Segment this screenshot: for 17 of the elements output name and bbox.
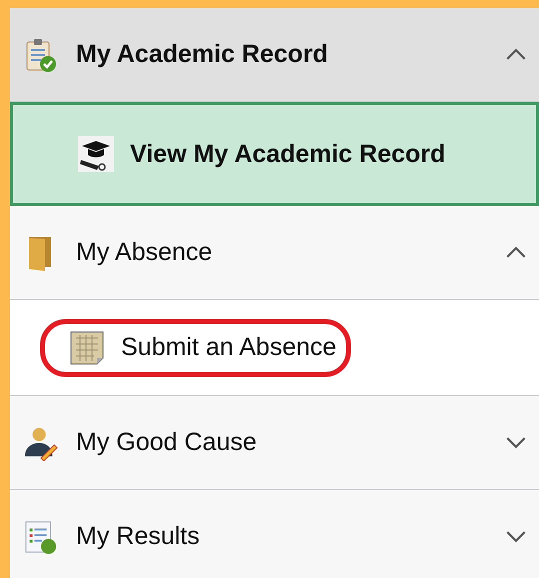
section-header[interactable]: My Academic Record [10, 8, 539, 102]
chevron-down-icon[interactable] [505, 436, 527, 449]
chevron-up-icon[interactable] [505, 246, 527, 259]
section-title: My Results [76, 522, 201, 551]
menu-item[interactable]: View My Academic Record [10, 102, 539, 206]
calendar-icon [69, 330, 105, 366]
section-title: My Academic Record [76, 40, 329, 69]
menu-item-label: View My Academic Record [130, 140, 446, 168]
section-title: My Absence [76, 238, 214, 267]
graduation-cap-icon [78, 136, 114, 172]
menu-item[interactable]: Submit an Absence [10, 300, 539, 396]
chevron-down-icon[interactable] [505, 530, 527, 543]
score-list-icon [24, 518, 58, 554]
clipboard-check-icon [24, 36, 58, 72]
section-title: My Good Cause [76, 428, 258, 457]
menu-item-label: Submit an Absence [121, 333, 336, 362]
chevron-up-icon[interactable] [505, 48, 527, 61]
